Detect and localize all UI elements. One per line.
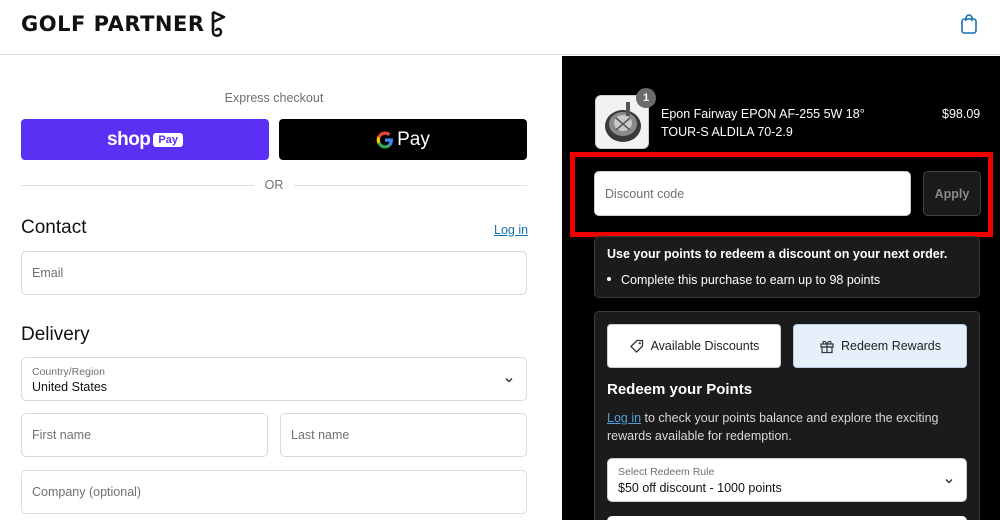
shopping-bag-icon[interactable] bbox=[958, 13, 980, 35]
contact-heading: Contact bbox=[21, 217, 87, 238]
chevron-down-icon bbox=[505, 378, 513, 383]
discount-code-placeholder: Discount code bbox=[605, 187, 685, 201]
shop-pay-badge: Pay bbox=[153, 132, 183, 147]
product-price: $98.09 bbox=[942, 107, 981, 121]
redeem-rule-value: $50 off discount - 1000 points bbox=[618, 481, 782, 495]
delivery-heading: Delivery bbox=[21, 324, 90, 345]
company-field[interactable]: Company (optional) bbox=[21, 470, 527, 514]
brand-logo[interactable]: GOLF PARTNER bbox=[21, 10, 229, 38]
chevron-down-icon bbox=[945, 479, 953, 484]
rewards-widget: Available Discounts Redeem Rewards Redee… bbox=[594, 311, 980, 520]
divider-line bbox=[294, 185, 527, 186]
tab-available-discounts[interactable]: Available Discounts bbox=[607, 324, 781, 368]
email-field[interactable]: Email bbox=[21, 251, 527, 295]
points-title: Use your points to redeem a discount on … bbox=[607, 247, 948, 261]
shop-pay-wordmark: shop bbox=[107, 128, 151, 150]
redeem-points-heading: Redeem your Points bbox=[607, 381, 753, 398]
google-pay-label: Pay bbox=[397, 128, 430, 150]
first-name-field[interactable]: First name bbox=[21, 413, 268, 457]
tab-available-label: Available Discounts bbox=[650, 339, 760, 353]
company-placeholder: Company (optional) bbox=[32, 485, 142, 499]
points-bullet: Complete this purchase to earn up to 98 … bbox=[607, 273, 880, 287]
google-pay-button[interactable]: Pay bbox=[279, 119, 527, 160]
redeem-rule-select[interactable]: Select Redeem Rule $50 off discount - 10… bbox=[607, 458, 967, 502]
shop-pay-button[interactable]: shop Pay bbox=[21, 119, 269, 160]
tab-redeem-rewards[interactable]: Redeem Rewards bbox=[793, 324, 967, 368]
or-divider: OR bbox=[21, 177, 527, 193]
redeem-description-text: to check your points balance and explore… bbox=[607, 411, 939, 443]
discount-code-input[interactable]: Discount code bbox=[594, 171, 911, 216]
country-label: Country/Region bbox=[32, 366, 105, 378]
tab-redeem-label: Redeem Rewards bbox=[840, 339, 942, 353]
order-summary-panel: 1 Epon Fairway EPON AF-255 5W 18° TOUR-S… bbox=[562, 56, 1000, 520]
login-link[interactable]: Log in bbox=[494, 223, 528, 237]
email-placeholder: Email bbox=[32, 266, 64, 280]
last-name-field[interactable]: Last name bbox=[280, 413, 527, 457]
rewards-login-link[interactable]: Log in bbox=[607, 411, 641, 425]
points-info-box: Use your points to redeem a discount on … bbox=[594, 236, 980, 298]
last-name-placeholder: Last name bbox=[291, 428, 350, 442]
first-name-placeholder: First name bbox=[32, 428, 92, 442]
redeem-description: Log in to check your points balance and … bbox=[607, 409, 947, 445]
brand-name: GOLF PARTNER bbox=[21, 12, 205, 36]
golf-flag-icon bbox=[211, 10, 225, 37]
quantity-badge: 1 bbox=[636, 88, 656, 108]
apply-discount-button[interactable]: Apply bbox=[923, 171, 981, 216]
next-field-partial bbox=[607, 516, 967, 520]
country-value: United States bbox=[32, 380, 108, 394]
express-checkout-label: Express checkout bbox=[224, 91, 324, 105]
checkout-form-column: Express checkout shop Pay Pay OR Contact… bbox=[0, 56, 562, 520]
redeem-rule-label: Select Redeem Rule bbox=[618, 466, 715, 478]
tag-icon bbox=[629, 339, 643, 353]
country-select[interactable]: Country/Region United States bbox=[21, 357, 527, 401]
product-name: Epon Fairway EPON AF-255 5W 18° TOUR-S A… bbox=[661, 107, 865, 139]
site-header: GOLF PARTNER bbox=[0, 0, 1000, 55]
gift-icon bbox=[820, 340, 834, 354]
google-g-icon bbox=[376, 131, 394, 148]
